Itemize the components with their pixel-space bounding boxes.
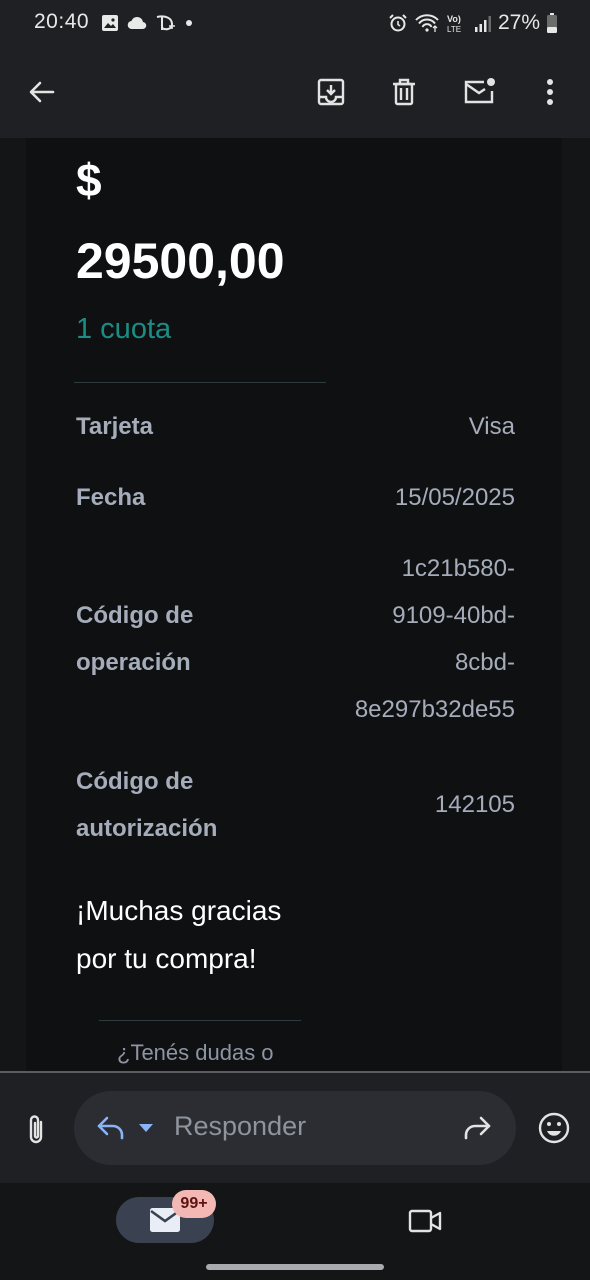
svg-text:Vo): Vo)	[447, 14, 461, 24]
more-vert-icon	[547, 79, 553, 105]
divider	[74, 382, 326, 383]
attachment-icon	[29, 1115, 43, 1144]
label-line: autorización	[76, 815, 218, 842]
help-text: ¿Tenés dudas o	[117, 1040, 274, 1065]
reply-bar: Responder	[0, 1073, 590, 1183]
amount-currency: $	[76, 154, 102, 206]
detail-value-fecha: 15/05/2025	[394, 484, 515, 511]
mark-unread-button[interactable]	[453, 66, 505, 118]
archive-button[interactable]	[305, 66, 357, 118]
delete-button[interactable]	[378, 66, 430, 118]
thanks-line: ¡Muchas gracias	[76, 895, 282, 926]
value-line: 1c21b580-	[401, 555, 515, 582]
amount-value: 29500,00	[76, 233, 285, 289]
detail-value-codigo-operacion: 1c21b580- 9109-40bd- 8cbd- 8e297b32de55	[355, 545, 515, 733]
status-system-icons: Vo) LTE 27%	[388, 10, 558, 36]
cloud-icon	[127, 16, 147, 30]
volte-icon: Vo)LTE	[447, 14, 461, 34]
status-time: 20:40	[34, 10, 90, 33]
value-line: 8cbd-	[454, 649, 515, 676]
unread-count-badge: 99+	[172, 1190, 216, 1218]
image-icon	[102, 15, 118, 31]
thanks-message: ¡Muchas gracias por tu compra!	[76, 887, 281, 983]
label-line: Código de	[76, 602, 194, 629]
detail-label-codigo-operacion: Código de operación	[76, 592, 193, 686]
wifi-icon	[415, 14, 439, 32]
nav-meet-button[interactable]	[405, 1203, 445, 1239]
reply-icon[interactable]	[96, 1115, 126, 1141]
mark-unread-icon	[464, 78, 495, 104]
more-options-button[interactable]	[524, 66, 576, 118]
value-line: 9109-40bd-	[392, 602, 515, 629]
attach-button[interactable]	[16, 1110, 56, 1150]
signal-icon	[474, 16, 491, 32]
back-button[interactable]	[16, 66, 68, 118]
detail-label-codigo-autorizacion: Código de autorización	[76, 758, 217, 852]
battery-icon	[547, 13, 557, 33]
reply-input[interactable]: Responder	[174, 1111, 306, 1142]
bottom-nav: 99+	[0, 1183, 590, 1280]
installments-text: 1 cuota	[76, 313, 172, 345]
value-line: 8e297b32de55	[354, 696, 515, 723]
emoji-button[interactable]	[534, 1108, 574, 1148]
forward-icon[interactable]	[462, 1115, 494, 1141]
status-notification-icons	[100, 12, 196, 34]
back-arrow-icon	[29, 81, 55, 103]
home-indicator[interactable]	[206, 1264, 384, 1270]
detail-label-fecha: Fecha	[76, 484, 146, 511]
detail-label-tarjeta: Tarjeta	[76, 413, 153, 440]
disney-plus-icon	[156, 15, 175, 31]
thanks-line: por tu compra!	[76, 943, 257, 974]
emoji-icon	[538, 1112, 570, 1144]
svg-text:LTE: LTE	[447, 25, 461, 34]
label-line: Código de	[76, 768, 194, 795]
reply-box[interactable]: Responder	[74, 1091, 516, 1165]
alarm-icon	[389, 14, 407, 32]
delete-icon	[393, 78, 415, 106]
battery-percent: 27%	[497, 11, 540, 34]
archive-icon	[317, 78, 345, 106]
app-bar	[0, 46, 590, 138]
status-bar: 20:40 Vo) LTE 27%	[0, 0, 590, 46]
chevron-down-icon[interactable]	[138, 1123, 154, 1133]
label-line: operación	[76, 649, 191, 676]
detail-value-tarjeta: Visa	[468, 413, 515, 440]
video-camera-icon	[408, 1209, 442, 1233]
detail-value-codigo-autorizacion: 142105	[434, 791, 515, 818]
dot-icon	[186, 20, 192, 26]
divider	[99, 1020, 301, 1021]
